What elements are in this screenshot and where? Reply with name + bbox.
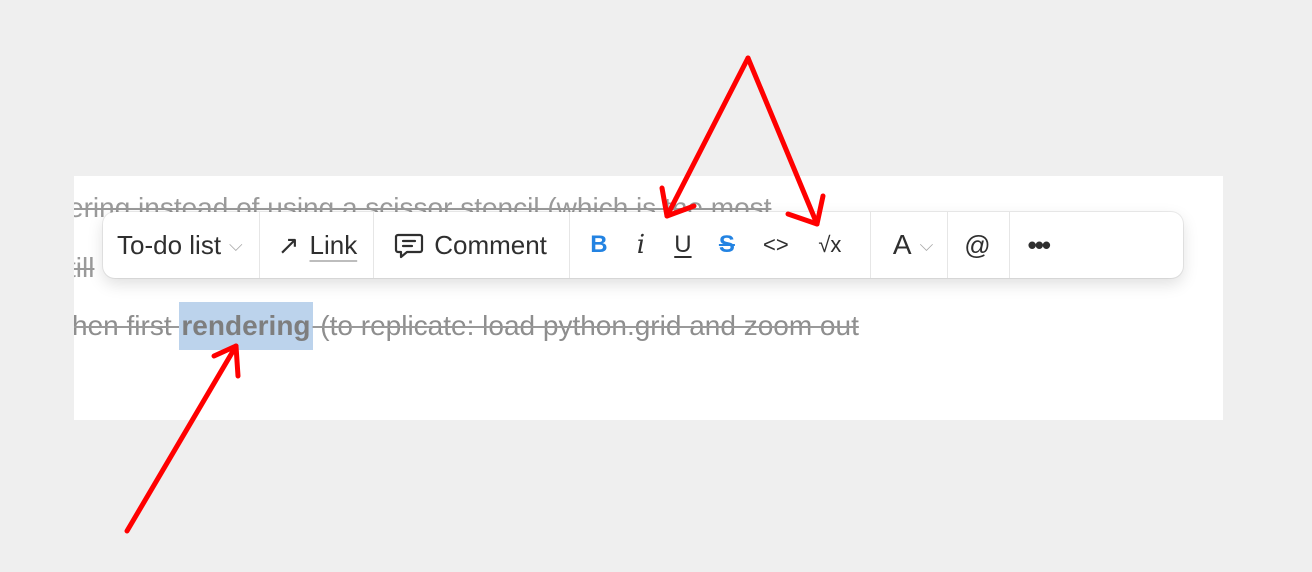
annotation-arrows <box>124 55 826 534</box>
annotation-arrow-strikethrough <box>745 55 826 227</box>
annotation-arrow-selection <box>124 343 241 534</box>
annotation-arrow-bold <box>659 55 751 219</box>
